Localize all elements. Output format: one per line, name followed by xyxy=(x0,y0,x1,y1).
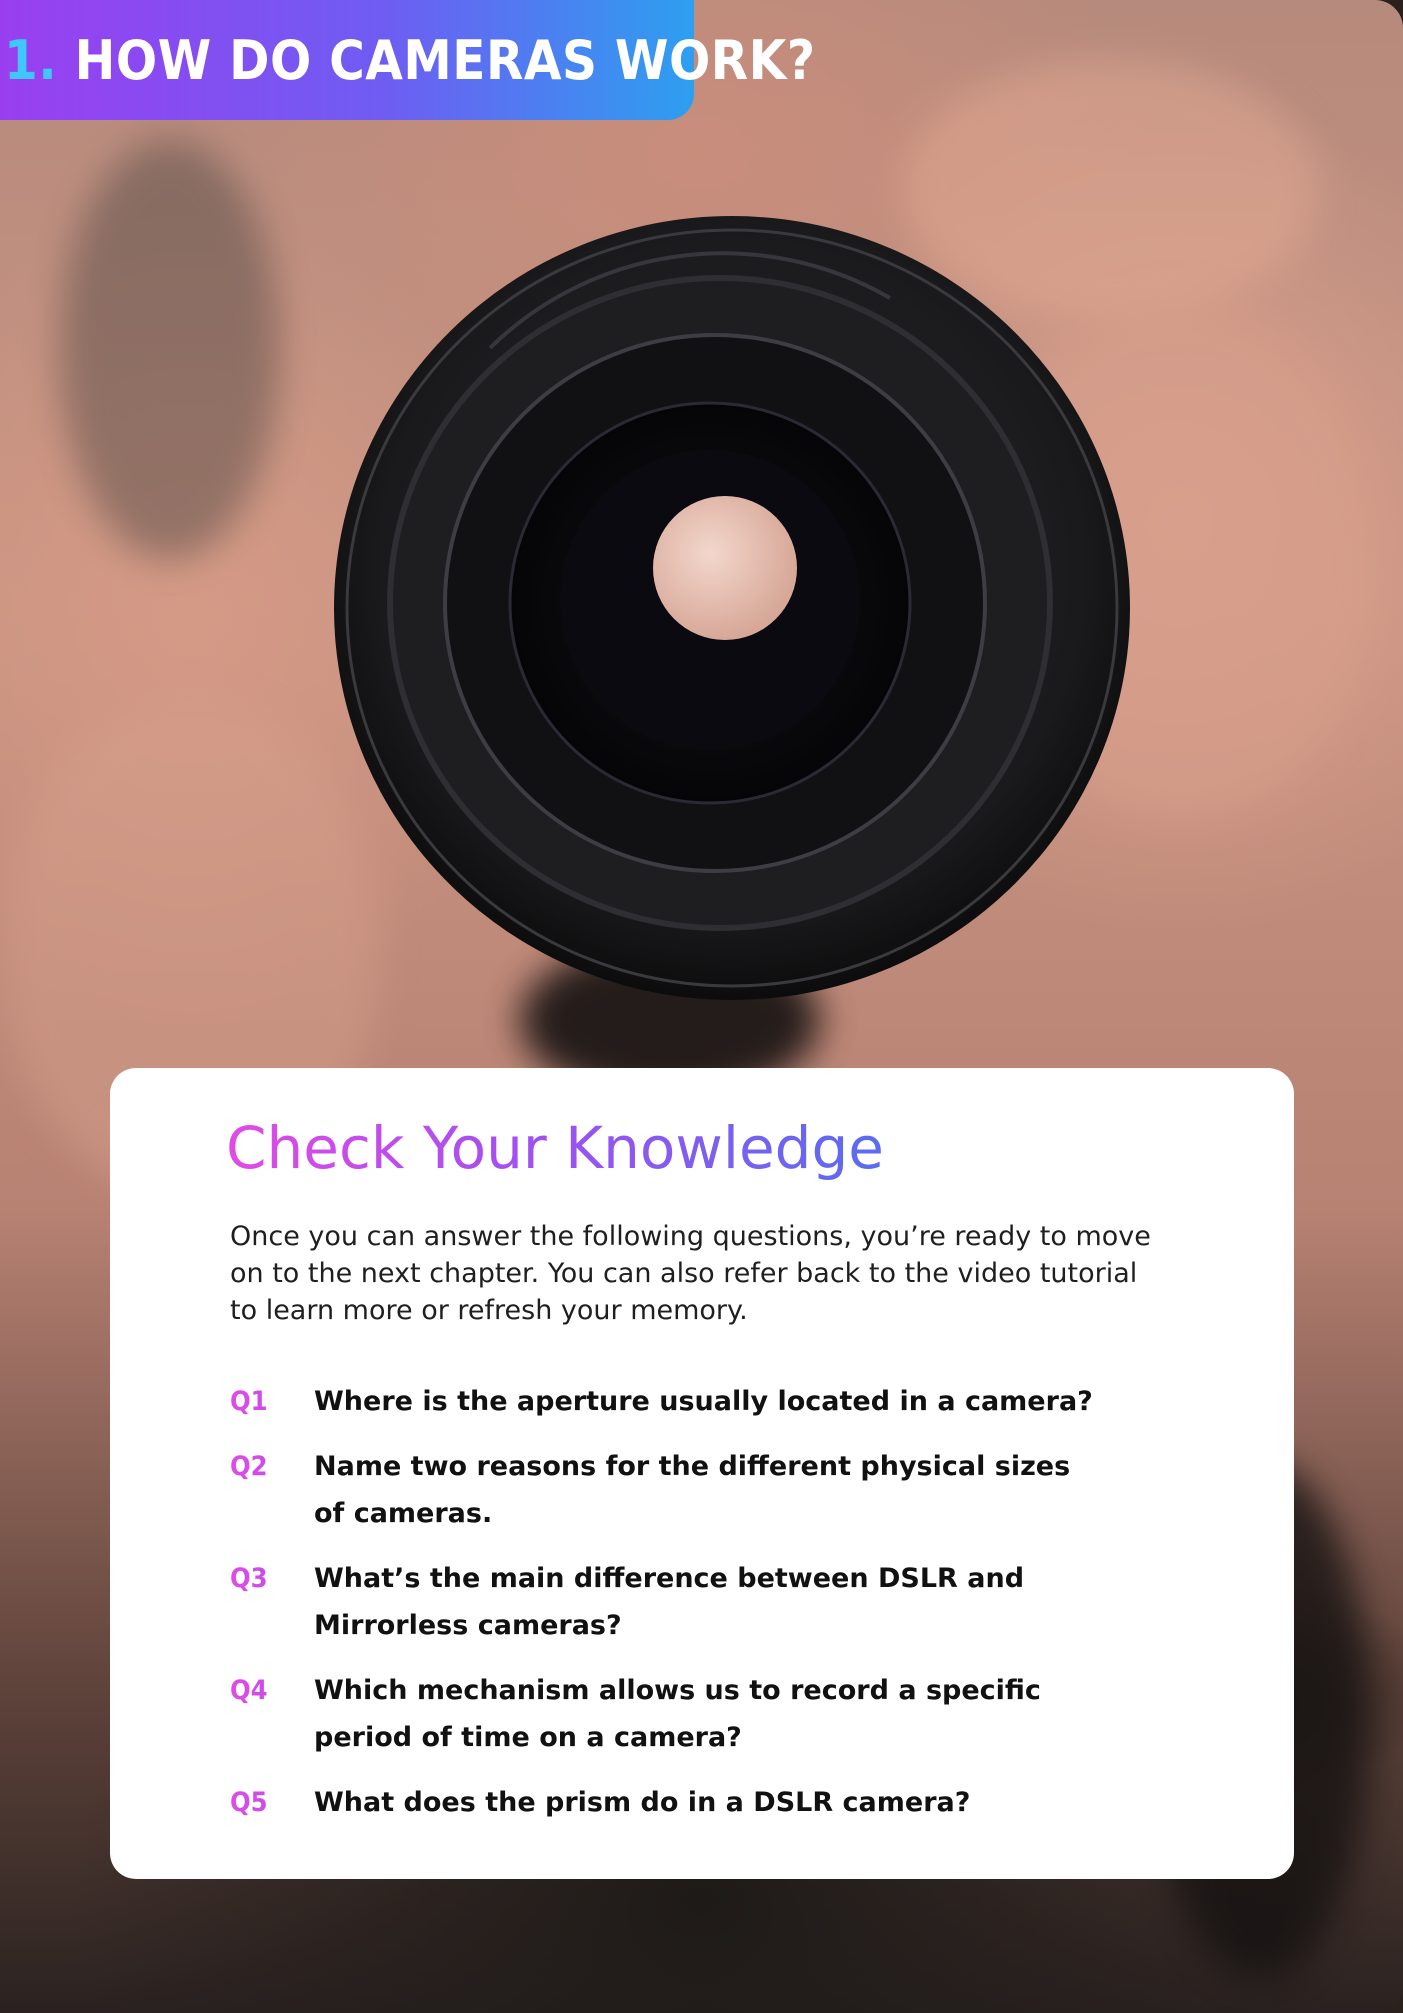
question-text: What does the prism do in a DSLR camera? xyxy=(314,1787,971,1818)
question-label: Q1 xyxy=(230,1378,314,1425)
question-list: Q1 Where is the aperture usually located… xyxy=(230,1378,1130,1844)
chapter-title: 1. HOW DO CAMERAS WORK? xyxy=(0,29,816,92)
question-label: Q3 xyxy=(230,1555,314,1602)
question-label: Q5 xyxy=(230,1779,314,1826)
question-text: What’s the main difference between DSLR … xyxy=(314,1563,1025,1641)
question-label: Q2 xyxy=(230,1443,314,1490)
knowledge-check-card: Check Your Knowledge Once you can answer… xyxy=(110,1068,1294,1879)
chapter-title-banner: 1. HOW DO CAMERAS WORK? xyxy=(0,0,815,120)
chapter-title-text: HOW DO CAMERAS WORK? xyxy=(74,28,816,92)
question-text: Where is the aperture usually located in… xyxy=(314,1386,1093,1417)
camera-lens-illustration xyxy=(334,216,1130,1000)
question-item: Q5 What does the prism do in a DSLR came… xyxy=(230,1779,1130,1826)
question-text: Name two reasons for the different physi… xyxy=(314,1451,1071,1529)
chapter-number: 1. xyxy=(4,28,58,92)
background-shadow xyxy=(60,140,280,560)
card-intro-text: Once you can answer the following questi… xyxy=(230,1221,1151,1326)
question-item: Q1 Where is the aperture usually located… xyxy=(230,1378,1130,1425)
question-label: Q4 xyxy=(230,1667,314,1714)
question-item: Q4 Which mechanism allows us to record a… xyxy=(230,1667,1130,1761)
question-item: Q3 What’s the main difference between DS… xyxy=(230,1555,1130,1649)
question-text: Which mechanism allows us to record a sp… xyxy=(314,1675,1041,1753)
card-heading: Check Your Knowledge xyxy=(226,1114,884,1182)
question-item: Q2 Name two reasons for the different ph… xyxy=(230,1443,1130,1537)
